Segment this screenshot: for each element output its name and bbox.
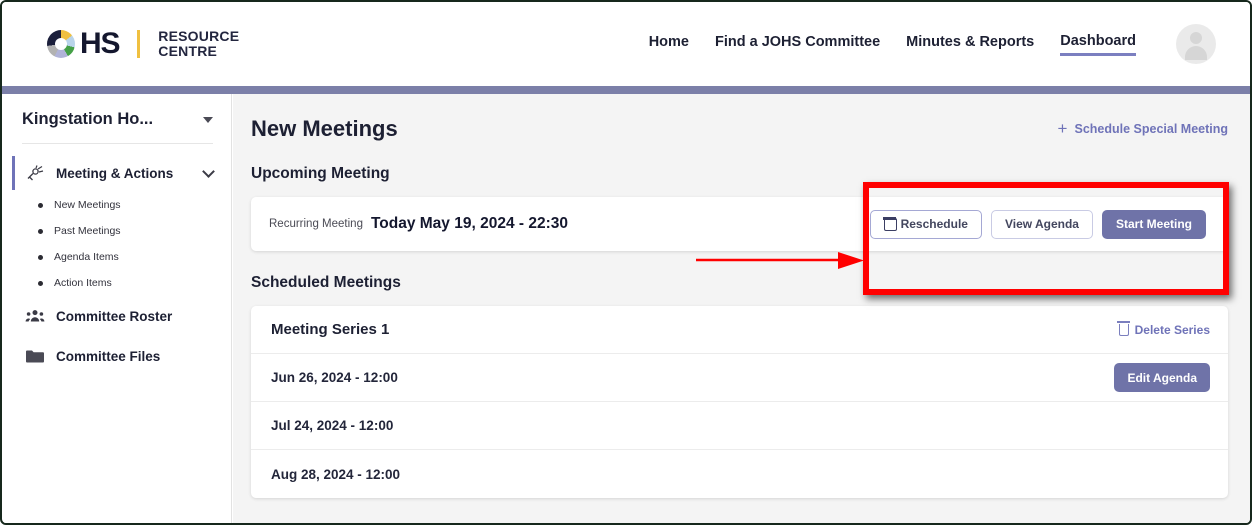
table-row[interactable]: Jul 24, 2024 - 12:00 — [251, 402, 1228, 450]
delete-series-label: Delete Series — [1134, 322, 1210, 337]
upcoming-meeting-heading: Upcoming Meeting — [251, 165, 390, 182]
sidebar-item-meeting-actions[interactable]: Meeting & Actions — [4, 154, 231, 192]
sidebar-subitem-label: New Meetings — [54, 199, 121, 211]
sidebar-link-label: Committee Roster — [56, 308, 173, 324]
site-logo[interactable]: HS RESOURCE CENTRE — [47, 27, 239, 61]
view-agenda-button[interactable]: View Agenda — [990, 209, 1093, 239]
logo-wordmark: RESOURCE CENTRE — [158, 29, 239, 59]
reschedule-label: Reschedule — [900, 217, 968, 231]
logo-line-1: RESOURCE — [158, 28, 240, 44]
nav-item-dashboard[interactable]: Dashboard — [1060, 33, 1136, 56]
series-header-row: Meeting Series 1 Delete Series — [251, 306, 1228, 354]
table-row[interactable]: Aug 28, 2024 - 12:00 — [251, 450, 1228, 498]
start-meeting-button[interactable]: Start Meeting — [1101, 209, 1206, 239]
schedule-special-meeting-button[interactable]: + Schedule Special Meeting — [1057, 119, 1228, 138]
upcoming-meeting-row: Recurring Meeting Today May 19, 2024 - 2… — [251, 197, 1228, 251]
sidebar-item-new-meetings[interactable]: New Meetings — [4, 192, 231, 218]
upcoming-meeting-actions: Reschedule View Agenda Start Meeting — [869, 209, 1206, 239]
nav-item-minutes-reports[interactable]: Minutes & Reports — [906, 34, 1034, 54]
calendar-icon — [882, 216, 897, 231]
meeting-type-label: Recurring Meeting — [269, 218, 363, 230]
nav-item-home[interactable]: Home — [649, 34, 689, 54]
series-title: Meeting Series 1 — [271, 321, 390, 338]
plus-icon: + — [1057, 119, 1068, 138]
edit-agenda-button[interactable]: Edit Agenda — [1114, 363, 1210, 392]
chevron-down-icon — [203, 116, 213, 123]
sidebar-item-agenda-items[interactable]: Agenda Items — [4, 244, 231, 270]
delete-series-button[interactable]: Delete Series — [1117, 320, 1210, 337]
sidebar-item-committee-roster[interactable]: Committee Roster — [4, 296, 231, 336]
sidebar-subitem-label: Past Meetings — [54, 225, 121, 237]
meeting-date: Aug 28, 2024 - 12:00 — [271, 466, 401, 482]
org-selector[interactable]: Kingstation Ho... — [4, 94, 231, 143]
meeting-date: Jul 24, 2024 - 12:00 — [271, 418, 394, 433]
bullet-icon — [38, 202, 43, 208]
sidebar-subitem-label: Action Items — [54, 277, 112, 289]
sidebar-group-label: Meeting & Actions — [56, 165, 174, 181]
upcoming-meeting-card: Recurring Meeting Today May 19, 2024 - 2… — [251, 197, 1228, 251]
meeting-date: Jun 26, 2024 - 12:00 — [271, 370, 398, 385]
org-name: Kingstation Ho... — [22, 110, 154, 128]
scheduled-meetings-heading: Scheduled Meetings — [251, 274, 401, 291]
folder-icon — [24, 347, 46, 365]
sidebar: Kingstation Ho... Meeting & Actions New … — [4, 94, 232, 523]
sidebar-divider — [22, 143, 213, 144]
ohs-circle-icon — [47, 30, 75, 58]
top-header: HS RESOURCE CENTRE Home Find a JOHS Comm… — [2, 2, 1250, 86]
meeting-datetime: Today May 19, 2024 - 22:30 — [370, 215, 568, 232]
nav-item-find-committee[interactable]: Find a JOHS Committee — [715, 34, 880, 54]
logo-line-2: CENTRE — [158, 43, 218, 59]
logo-divider — [137, 30, 141, 58]
bullet-icon — [38, 280, 43, 286]
page-title: New Meetings — [251, 116, 398, 141]
main-content: New Meetings + Schedule Special Meeting … — [233, 94, 1250, 523]
chevron-down-icon — [202, 164, 215, 178]
bullet-icon — [38, 228, 43, 234]
main-nav: Home Find a JOHS Committee Minutes & Rep… — [649, 24, 1216, 64]
sidebar-link-label: Committee Files — [56, 348, 161, 364]
meeting-actions-icon — [24, 164, 46, 182]
sidebar-subitem-label: Agenda Items — [54, 251, 119, 263]
logo-hs-text: HS — [80, 27, 120, 60]
sidebar-item-committee-files[interactable]: Committee Files — [4, 336, 231, 376]
bullet-icon — [38, 254, 43, 260]
schedule-special-meeting-label: Schedule Special Meeting — [1074, 122, 1228, 136]
app-window: HS RESOURCE CENTRE Home Find a JOHS Comm… — [0, 0, 1252, 525]
people-group-icon — [24, 307, 46, 325]
main-header-row: New Meetings + Schedule Special Meeting — [251, 94, 1228, 142]
trash-icon — [1117, 320, 1131, 336]
sidebar-item-past-meetings[interactable]: Past Meetings — [4, 218, 231, 244]
table-row[interactable]: Jun 26, 2024 - 12:00 Edit Agenda — [251, 354, 1228, 402]
meeting-series-card: Meeting Series 1 Delete Series Jun 26, 2… — [251, 306, 1228, 498]
reschedule-button[interactable]: Reschedule — [869, 209, 982, 239]
sidebar-item-action-items[interactable]: Action Items — [4, 270, 231, 296]
avatar[interactable] — [1176, 24, 1216, 64]
header-accent-bar — [2, 86, 1250, 94]
